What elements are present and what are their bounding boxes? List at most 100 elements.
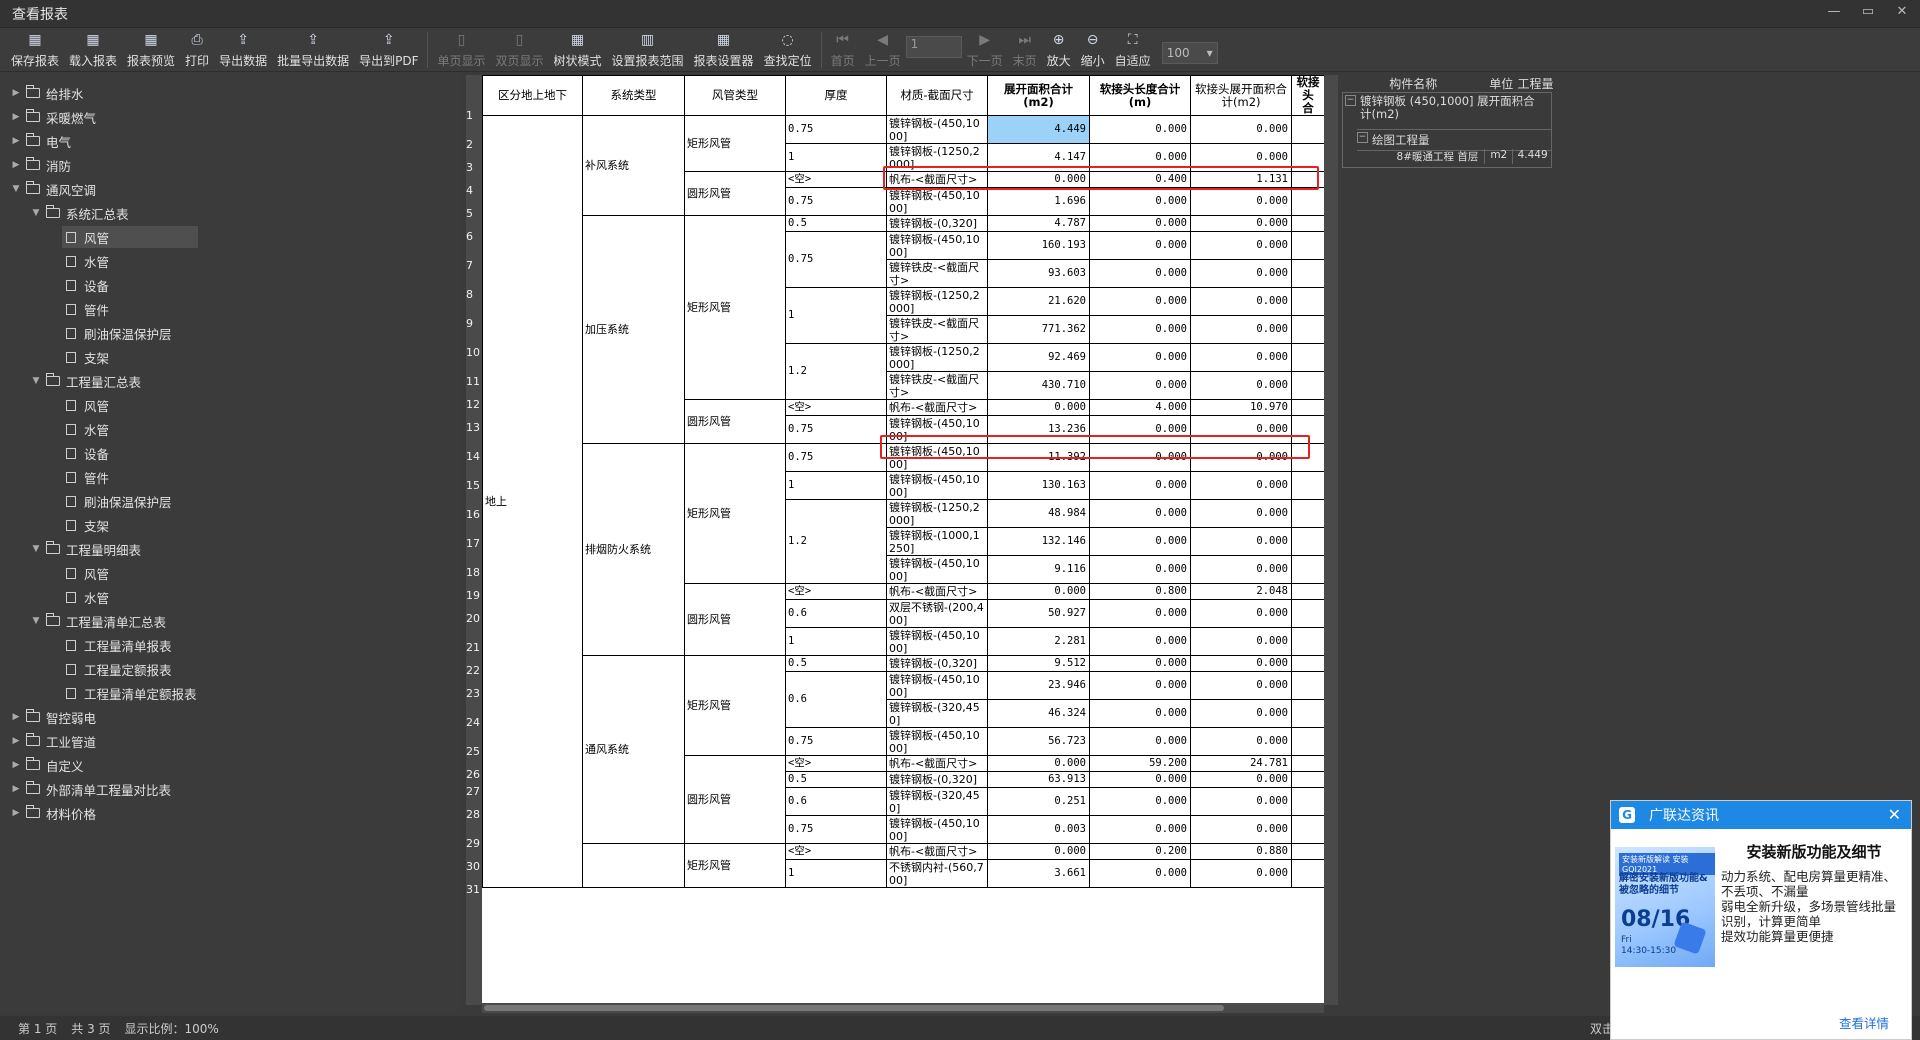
joint-length-cell[interactable]: 0.000 — [1089, 215, 1191, 232]
joint-area-cell[interactable]: 0.000 — [1190, 115, 1292, 144]
table-row[interactable]: 地上 补风系统 矩形风管 0.75 镀锌钢板-(450,1000] 4.449 0.000 0… — [482, 115, 1324, 888]
tree-item[interactable]: ▼ 工程量明细表 — [0, 537, 460, 561]
joint-length-cell[interactable]: 59.200 — [1089, 755, 1191, 772]
chevron-down-icon[interactable]: ▼ — [30, 544, 42, 554]
area-total-cell[interactable]: 130.163 — [987, 471, 1090, 500]
tree-item[interactable]: 风管 — [0, 561, 460, 585]
tree-item[interactable]: 水管 — [0, 417, 460, 441]
joint-area-cell[interactable]: 0.000 — [1190, 259, 1292, 288]
joint-length-cell[interactable]: 0.200 — [1089, 843, 1191, 860]
double-page-button[interactable]: ▯ 双页显示 — [491, 28, 549, 72]
joint-length-cell[interactable]: 0.000 — [1089, 471, 1191, 500]
tree-item[interactable]: 水管 — [0, 585, 460, 609]
joint-area-cell[interactable]: 0.000 — [1190, 599, 1292, 628]
joint-area-cell[interactable]: 0.000 — [1190, 859, 1292, 888]
joint-length-cell[interactable]: 0.000 — [1089, 527, 1191, 556]
area-total-cell[interactable]: 2.281 — [987, 627, 1090, 656]
pdf-button[interactable]: ⇪ 导出到PDF — [354, 28, 423, 72]
load-button[interactable]: ▦ 载入报表 — [64, 28, 122, 72]
area-total-cell[interactable]: 9.512 — [987, 655, 1090, 672]
joint-length-cell[interactable]: 0.000 — [1089, 627, 1191, 656]
joint-length-cell[interactable]: 0.000 — [1089, 699, 1191, 728]
detail-sub-row[interactable]: − 绘图工程量 — [1357, 129, 1552, 151]
tree-item[interactable]: 管件 — [0, 465, 460, 489]
joint-area-cell[interactable]: 0.000 — [1190, 655, 1292, 672]
area-total-cell[interactable]: 48.984 — [987, 499, 1090, 528]
area-total-cell[interactable]: 50.927 — [987, 599, 1090, 628]
view-details-link[interactable]: 查看详情 — [1839, 1013, 1889, 1032]
area-total-cell[interactable]: 0.000 — [987, 399, 1090, 416]
tree-item[interactable]: 管件 — [0, 297, 460, 321]
area-total-cell[interactable]: 0.000 — [987, 755, 1090, 772]
joint-area-cell[interactable]: 0.000 — [1190, 499, 1292, 528]
print-button[interactable]: ⎙ 打印 — [180, 28, 214, 72]
joint-area-cell[interactable]: 0.000 — [1190, 371, 1292, 400]
chevron-right-icon[interactable]: ▶ — [10, 808, 22, 818]
tree-item[interactable]: 设备 — [0, 273, 460, 297]
table-row[interactable]: 加压系统 矩形风管 0.5 镀锌钢板-(0,320] 4.787 0.000 0.000 — [483, 215, 1324, 444]
joint-area-cell[interactable]: 0.000 — [1190, 187, 1292, 216]
locate-button[interactable]: ◌ 查找定位 — [759, 28, 817, 72]
joint-area-cell[interactable]: 10.970 — [1190, 399, 1292, 416]
tree-item[interactable]: 工程量清单定额报表 — [0, 681, 460, 705]
joint-length-cell[interactable]: 4.000 — [1089, 399, 1191, 416]
tree-item[interactable]: ▼ 通风空调 — [0, 177, 460, 201]
tree-item[interactable]: 支架 — [0, 513, 460, 537]
prev-page-button[interactable]: ◀ 上一页 — [860, 28, 906, 72]
area-total-cell[interactable]: 1.696 — [987, 187, 1090, 216]
area-total-cell[interactable]: 132.146 — [987, 527, 1090, 556]
area-total-cell[interactable]: 0.000 — [987, 583, 1090, 600]
chevron-right-icon[interactable]: ▶ — [10, 136, 22, 146]
tree-item[interactable]: ▼ 工程量清单汇总表 — [0, 609, 460, 633]
chevron-right-icon[interactable]: ▶ — [10, 112, 22, 122]
tree-item[interactable]: 水管 — [0, 249, 460, 273]
next-page-button[interactable]: ▶ 下一页 — [962, 28, 1008, 72]
chevron-right-icon[interactable]: ▶ — [10, 712, 22, 722]
export-button[interactable]: ⇪ 导出数据 — [214, 28, 272, 72]
joint-length-cell[interactable]: 0.000 — [1089, 771, 1191, 788]
detail-group-row[interactable]: − 镀锌钢板 (450,1000] 展开面积合计(m2) — [1345, 95, 1545, 121]
scrollbar-thumb[interactable] — [484, 1005, 1224, 1011]
range-button[interactable]: ▥ 设置报表范围 — [607, 28, 689, 72]
joint-area-cell[interactable]: 0.000 — [1190, 343, 1292, 372]
joint-length-cell[interactable]: 0.000 — [1089, 671, 1191, 700]
chevron-down-icon[interactable]: ▼ — [30, 376, 42, 386]
zoom-in-button[interactable]: ⊕ 放大 — [1042, 28, 1076, 72]
joint-length-cell[interactable]: 0.000 — [1089, 787, 1191, 816]
joint-length-cell[interactable]: 0.000 — [1089, 287, 1191, 316]
joint-area-cell[interactable]: 24.781 — [1190, 755, 1292, 772]
settings-button[interactable]: ▦ 报表设置器 — [689, 28, 759, 72]
chevron-down-icon[interactable]: ▼ — [30, 616, 42, 626]
area-total-cell[interactable]: 0.251 — [987, 787, 1090, 816]
joint-length-cell[interactable]: 0.000 — [1089, 315, 1191, 344]
fit-button[interactable]: ⛶ 自适应 — [1110, 28, 1156, 72]
tree-item[interactable]: ▼ 工程量汇总表 — [0, 369, 460, 393]
joint-length-cell[interactable]: 0.000 — [1089, 343, 1191, 372]
chevron-right-icon[interactable]: ▶ — [10, 88, 22, 98]
tree-item[interactable]: ▶ 采暖燃气 — [0, 105, 460, 129]
joint-length-cell[interactable]: 0.000 — [1089, 115, 1191, 144]
close-window-button[interactable]: ✕ — [1892, 4, 1912, 19]
joint-length-cell[interactable]: 0.000 — [1089, 599, 1191, 628]
zoom-dropdown[interactable]: 100 ▾ — [1161, 42, 1218, 64]
preview-button[interactable]: ▦ 报表预览 — [122, 28, 180, 72]
joint-area-cell[interactable]: 0.000 — [1190, 555, 1292, 584]
joint-area-cell[interactable]: 0.880 — [1190, 843, 1292, 860]
tree-item[interactable]: ▶ 给排水 — [0, 81, 460, 105]
area-total-cell[interactable]: 0.000 — [987, 843, 1090, 860]
area-total-cell[interactable]: 4.449 — [987, 115, 1090, 144]
detail-data-row[interactable]: 8#暖通工程 首层 m2 4.449 — [1357, 149, 1552, 164]
batch-export-button[interactable]: ⇪ 批量导出数据 — [272, 28, 354, 72]
page-number-input[interactable]: 1 — [905, 36, 962, 58]
joint-area-cell[interactable]: 0.000 — [1190, 287, 1292, 316]
joint-area-cell[interactable]: 0.000 — [1190, 231, 1292, 260]
joint-length-cell[interactable]: 0.000 — [1089, 371, 1191, 400]
joint-length-cell[interactable]: 0.000 — [1089, 555, 1191, 584]
tree-item[interactable]: ▶ 消防 — [0, 153, 460, 177]
joint-area-cell[interactable]: 0.000 — [1190, 727, 1292, 756]
minimize-button[interactable]: — — [1824, 4, 1844, 19]
joint-area-cell[interactable]: 0.000 — [1190, 699, 1292, 728]
joint-length-cell[interactable]: 0.000 — [1089, 231, 1191, 260]
tree-item[interactable]: ▶ 材料价格 — [0, 801, 460, 825]
area-total-cell[interactable]: 21.620 — [987, 287, 1090, 316]
